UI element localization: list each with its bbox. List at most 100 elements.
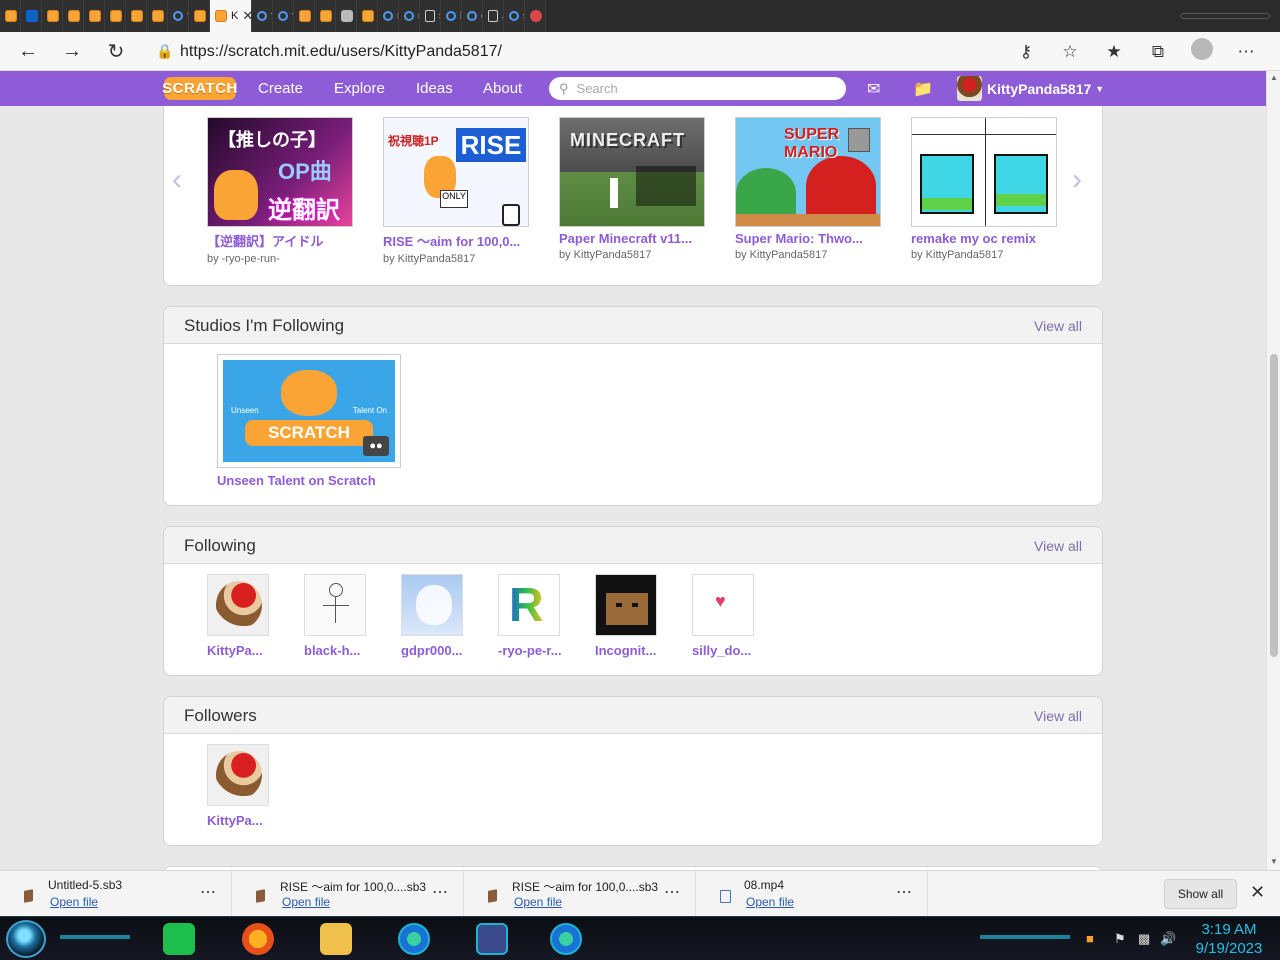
username-link[interactable]: gdpr000...: [401, 643, 481, 658]
username-link[interactable]: black-h...: [304, 643, 384, 658]
search-input[interactable]: ⚲ Search: [549, 77, 846, 100]
nav-create[interactable]: Create: [258, 80, 303, 97]
notes-app-icon[interactable]: [163, 923, 195, 955]
user-avatar[interactable]: R: [498, 574, 560, 636]
view-all-link[interactable]: View all: [1034, 708, 1082, 724]
carousel-next-icon[interactable]: ›: [1072, 163, 1082, 197]
browser-tab[interactable]: K: [189, 0, 210, 32]
scratch-logo[interactable]: SCRATCH: [162, 77, 237, 100]
more-options-icon[interactable]: ⋯: [432, 882, 449, 902]
browser-tab[interactable]: S: [0, 0, 21, 32]
edge-icon[interactable]: [398, 923, 430, 955]
open-file-link[interactable]: Open file: [514, 895, 562, 909]
project-thumbnail[interactable]: 【推しの子】 OP曲 逆翻訳: [207, 117, 353, 227]
user-card[interactable]: ♥ silly_do...: [692, 574, 772, 658]
browser-tab[interactable]: N: [21, 0, 42, 32]
scrollbar-thumb[interactable]: [1270, 354, 1278, 657]
studio-card[interactable]: Unseen Talent On SCRATCH ●● Unseen Talen…: [217, 354, 402, 488]
forward-button[interactable]: →: [50, 32, 94, 71]
browser-tab[interactable]: o: [462, 0, 483, 32]
browser-tab[interactable]: R: [147, 0, 168, 32]
favorites-icon[interactable]: ★: [1092, 42, 1136, 62]
download-item[interactable]: RISE 〜aim for 100,0....sb3 Open file ⋯: [232, 871, 464, 917]
browser-tab[interactable]: fc: [273, 0, 294, 32]
user-avatar[interactable]: [304, 574, 366, 636]
user-card[interactable]: gdpr000...: [401, 574, 481, 658]
project-card[interactable]: RISE 祝視聴1P ONLY RISE 〜aim for 100,0... b…: [383, 117, 533, 265]
browser-tab[interactable]: F: [294, 0, 315, 32]
browser-tab[interactable]: b: [315, 0, 336, 32]
more-menu-icon[interactable]: ⋯: [1224, 42, 1268, 62]
project-thumbnail[interactable]: RISE 祝視聴1P ONLY: [383, 117, 529, 227]
tray-app-icon[interactable]: ■: [1086, 931, 1094, 946]
scroll-down-icon[interactable]: ▼: [1270, 857, 1278, 866]
profile-button[interactable]: [1180, 38, 1224, 65]
nav-ideas[interactable]: Ideas: [416, 80, 453, 97]
edge-icon[interactable]: [550, 923, 582, 955]
more-options-icon[interactable]: ⋯: [896, 882, 913, 902]
project-thumbnail[interactable]: MINECRAFT: [559, 117, 705, 227]
nav-explore[interactable]: Explore: [334, 80, 385, 97]
address-bar[interactable]: 🔒 https://scratch.mit.edu/users/KittyPan…: [150, 36, 1070, 67]
browser-tab[interactable]: P: [525, 0, 546, 32]
project-thumbnail[interactable]: [911, 117, 1057, 227]
view-all-link[interactable]: View all: [1034, 318, 1082, 334]
view-all-link[interactable]: View all: [1034, 538, 1082, 554]
project-title[interactable]: RISE 〜aim for 100,0...: [383, 231, 533, 250]
download-item[interactable]: Untitled-5.sb3 Open file ⋯: [0, 871, 232, 917]
browser-tab[interactable]: b: [441, 0, 462, 32]
download-item[interactable]: RISE 〜aim for 100,0....sb3 Open file ⋯: [464, 871, 696, 917]
open-file-link[interactable]: Open file: [746, 895, 794, 909]
scroll-up-icon[interactable]: ▲: [1270, 73, 1278, 82]
carousel-prev-icon[interactable]: ‹: [172, 163, 182, 197]
project-card[interactable]: SUPER MARIO Super Mario: Thwo... by Kitt…: [735, 117, 885, 261]
project-title[interactable]: Paper Minecraft v11...: [559, 231, 709, 246]
user-avatar[interactable]: [207, 744, 269, 806]
close-tab-icon[interactable]: ✕: [242, 8, 251, 24]
project-title[interactable]: 【逆翻訳】アイドル: [207, 231, 357, 250]
add-favorite-icon[interactable]: ☆: [1048, 42, 1092, 62]
my-stuff-icon[interactable]: 📁: [913, 79, 933, 99]
open-file-link[interactable]: Open file: [50, 895, 98, 909]
volume-icon[interactable]: 🔊: [1160, 931, 1176, 947]
notification-flag-icon[interactable]: ⚑: [1114, 931, 1126, 947]
app-window-icon[interactable]: [476, 923, 508, 955]
account-menu[interactable]: KittyPanda5817 ▼: [957, 75, 1104, 102]
browser-tab[interactable]: T: [105, 0, 126, 32]
username-link[interactable]: -ryo-pe-r...: [498, 643, 578, 658]
messages-icon[interactable]: ✉: [867, 79, 880, 99]
browser-tab[interactable]: fc: [168, 0, 189, 32]
user-card[interactable]: KittyPa...: [207, 574, 287, 658]
username-link[interactable]: Incognit...: [595, 643, 675, 658]
nav-about[interactable]: About: [483, 80, 522, 97]
more-options-icon[interactable]: ⋯: [664, 882, 681, 902]
user-card[interactable]: KittyPa...: [207, 744, 287, 828]
system-clock[interactable]: 3:19 AM 9/19/2023: [1186, 920, 1272, 958]
username-link[interactable]: KittyPa...: [207, 813, 287, 828]
browser-tab[interactable]: Ji: [483, 0, 504, 32]
user-avatar[interactable]: ♥: [692, 574, 754, 636]
browser-tab[interactable]: ra: [378, 0, 399, 32]
studio-thumbnail[interactable]: Unseen Talent On SCRATCH ●●: [217, 354, 401, 468]
browser-tab[interactable]: s: [420, 0, 441, 32]
project-card[interactable]: remake my oc remix by KittyPanda5817: [911, 117, 1061, 261]
browser-tab[interactable]: K✕: [210, 0, 252, 32]
more-options-icon[interactable]: ⋯: [200, 882, 217, 902]
project-card[interactable]: 【推しの子】 OP曲 逆翻訳 【逆翻訳】アイドル by -ryo-pe-run-: [207, 117, 357, 265]
browser-tab[interactable]: n: [399, 0, 420, 32]
browser-tab[interactable]: C: [126, 0, 147, 32]
browser-tab[interactable]: K: [42, 0, 63, 32]
project-thumbnail[interactable]: SUPER MARIO: [735, 117, 881, 227]
user-avatar[interactable]: [595, 574, 657, 636]
firefox-icon[interactable]: [242, 923, 274, 955]
user-card[interactable]: black-h...: [304, 574, 384, 658]
user-card[interactable]: Incognit...: [595, 574, 675, 658]
page-scrollbar[interactable]: ▲ ▼: [1266, 71, 1280, 870]
download-item[interactable]: 08.mp4 Open file ⋯: [696, 871, 928, 917]
window-controls[interactable]: [1180, 13, 1270, 19]
browser-tab[interactable]: si: [336, 0, 357, 32]
start-button[interactable]: [6, 920, 46, 958]
browser-tab[interactable]: K: [357, 0, 378, 32]
user-avatar[interactable]: [207, 574, 269, 636]
project-card[interactable]: MINECRAFT Paper Minecraft v11... by Kitt…: [559, 117, 709, 261]
